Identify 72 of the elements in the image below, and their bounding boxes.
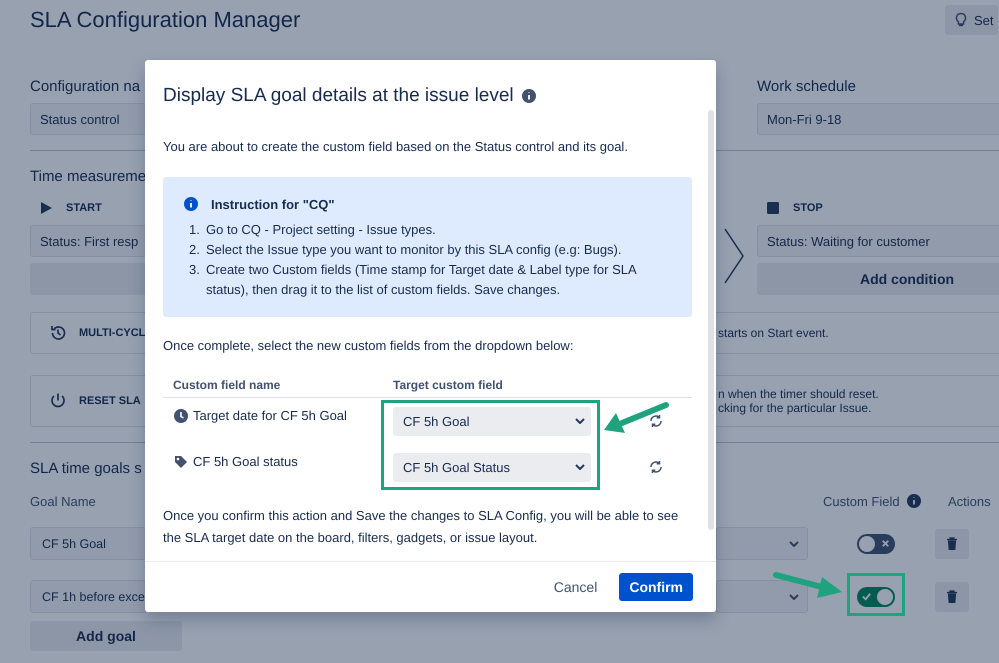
option-description: n when the timer should reset.	[718, 387, 880, 401]
note-text: Once you confirm this action and Save the changes to SLA Config, you will be able to see the SLA target date on the board, filters, gadgets, or issue layout.	[163, 507, 680, 547]
target-field-dropdown[interactable]: CF 5h Goal	[393, 406, 591, 436]
chevron-right-icon	[722, 226, 746, 286]
add-goal-button[interactable]: Add goal	[30, 621, 182, 651]
stop-condition-field[interactable]: Status: Waiting for customer	[757, 225, 999, 257]
intro-text: You are about to create the custom field based on the Status control and its goal.	[163, 138, 629, 156]
option-description: cking for the particular Issue.	[718, 401, 872, 415]
work-schedule-field[interactable]: Mon-Fri 9-18	[757, 103, 999, 135]
start-condition-field[interactable]: Status: First resp	[30, 225, 146, 257]
clock-icon	[173, 408, 189, 424]
column-header: Target custom field	[393, 378, 504, 392]
scrollbar[interactable]	[708, 110, 714, 530]
target-field-dropdown[interactable]: CF 5h Goal Status	[393, 452, 591, 482]
column-header: Goal Name	[30, 494, 96, 508]
page-title: SLA Configuration Manager	[30, 7, 302, 33]
custom-field-toggle[interactable]	[857, 586, 895, 606]
delete-button[interactable]	[935, 582, 969, 612]
play-icon	[38, 200, 54, 216]
option-description: starts on Start event.	[718, 326, 830, 340]
history-icon	[49, 324, 67, 342]
step-number: 1.	[189, 221, 201, 239]
chevron-down-icon	[575, 464, 585, 470]
configuration-name-field[interactable]: Status control	[30, 103, 146, 135]
refresh-icon[interactable]	[648, 413, 664, 429]
cancel-button[interactable]: Cancel	[544, 573, 608, 601]
field-label: Work schedule	[757, 78, 856, 95]
highlight-frame	[847, 573, 905, 616]
section-label: Time measureme	[30, 168, 146, 185]
info-icon	[520, 88, 537, 104]
delete-button[interactable]	[935, 528, 969, 558]
chevron-down-icon	[789, 594, 799, 600]
trash-icon	[946, 537, 958, 550]
add-condition-button[interactable]: Add condition	[757, 263, 999, 295]
step-number: 2.	[189, 241, 201, 259]
goal-name-field[interactable]: CF 1h before exce	[30, 580, 146, 613]
custom-field-name: CF 5h Goal status	[193, 453, 298, 471]
instruction-title: Instruction for "CQ"	[211, 196, 335, 212]
custom-field-name: Target date for CF 5h Goal	[193, 407, 347, 425]
prompt-text: Once complete, select the new custom fields from the dropdown below:	[163, 337, 574, 355]
column-header: Custom Field	[823, 494, 900, 508]
cross-icon	[880, 538, 891, 549]
chevron-down-icon	[575, 418, 585, 424]
option-label: RESET SLA	[79, 395, 141, 407]
stop-icon	[765, 200, 781, 216]
tag-icon	[173, 454, 189, 470]
refresh-icon[interactable]	[648, 459, 664, 475]
step-text: Go to CQ - Project setting - Issue types.	[206, 221, 436, 239]
trash-icon	[946, 590, 958, 603]
info-icon	[906, 493, 922, 509]
option-label: MULTI-CYCL	[79, 327, 146, 339]
lightbulb-icon	[953, 12, 969, 28]
settings-button[interactable]: Set	[945, 5, 998, 35]
annotation-arrow	[772, 570, 844, 600]
step-text: Create two Custom fields (Time stamp for Target date & Label type for SLA status), then drag it to the list of custom fields. Save changes.	[206, 261, 638, 299]
field-label: Configuration na	[30, 78, 140, 95]
section-label: SLA time goals s	[30, 460, 142, 477]
column-header: Actions	[948, 494, 991, 508]
step-number: 3.	[189, 261, 201, 279]
power-icon	[49, 392, 67, 410]
column-header: Custom field name	[173, 378, 282, 392]
dialog-title: Display SLA goal details at the issue level	[163, 85, 514, 107]
custom-field-toggle[interactable]	[857, 534, 895, 554]
step-text: Select the Issue type you want to monitor by this SLA config (e.g: Bugs).	[206, 241, 622, 259]
confirm-button[interactable]: Confirm	[619, 573, 693, 601]
goal-name-field[interactable]: CF 5h Goal	[30, 527, 146, 560]
stop-label: STOP	[793, 202, 823, 214]
start-label: START	[66, 202, 102, 214]
check-icon	[861, 591, 872, 602]
annotation-arrow	[602, 400, 672, 435]
chevron-down-icon	[789, 540, 799, 546]
info-icon	[183, 196, 199, 212]
